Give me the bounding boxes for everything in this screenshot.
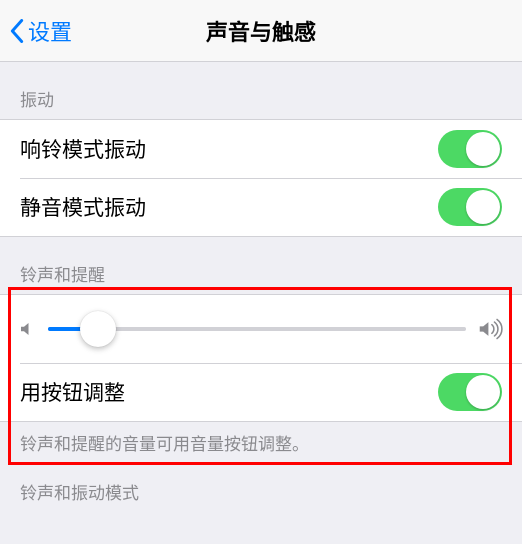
row-silent-vibrate[interactable]: 静音模式振动 [0, 178, 522, 236]
back-button[interactable]: 设置 [0, 15, 72, 47]
speaker-max-icon [478, 318, 504, 340]
row-label: 响铃模式振动 [20, 134, 146, 164]
speaker-min-icon [18, 320, 36, 338]
group-vibrate: 响铃模式振动 静音模式振动 [0, 119, 522, 237]
chevron-left-icon [10, 19, 24, 43]
switch-button-adjust[interactable] [438, 373, 502, 411]
switch-knob [466, 132, 500, 166]
navbar: 设置 声音与触感 [0, 0, 522, 62]
volume-slider[interactable] [48, 311, 466, 347]
row-label: 静音模式振动 [20, 192, 146, 222]
section-header-ringer: 铃声和提醒 [0, 237, 522, 294]
section-footer-ringer: 铃声和提醒的音量可用音量按钮调整。 [0, 422, 522, 455]
group-ringer: 用按钮调整 [0, 294, 522, 422]
switch-knob [466, 190, 500, 224]
switch-ring-vibrate[interactable] [438, 130, 502, 168]
section-header-patterns: 铃声和振动模式 [0, 455, 522, 512]
row-label: 用按钮调整 [20, 377, 125, 407]
switch-knob [466, 375, 500, 409]
slider-thumb[interactable] [80, 311, 116, 347]
page-title: 声音与触感 [0, 15, 522, 47]
row-button-adjust[interactable]: 用按钮调整 [0, 363, 522, 421]
back-label: 设置 [28, 15, 72, 47]
row-ring-vibrate[interactable]: 响铃模式振动 [0, 120, 522, 178]
section-header-vibrate: 振动 [0, 62, 522, 119]
switch-silent-vibrate[interactable] [438, 188, 502, 226]
row-volume-slider [0, 295, 522, 363]
